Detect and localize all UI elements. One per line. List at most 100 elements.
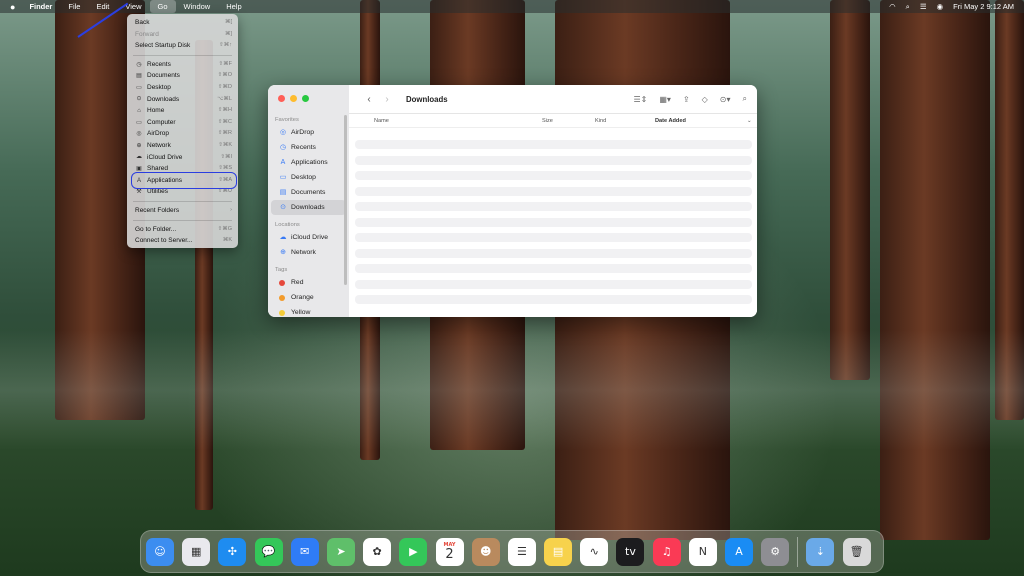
column-date-added[interactable]: Date Added [655, 118, 686, 124]
column-name[interactable]: Name [374, 118, 389, 124]
back-icon[interactable]: ‹ [360, 94, 378, 105]
keyboard-shortcut: ⇧⌘I [220, 153, 232, 160]
tv-icon[interactable]: tv [616, 537, 645, 566]
wifi-icon[interactable]: ◠ [889, 2, 896, 11]
trash-icon[interactable]: 🗑 [842, 537, 871, 566]
sidebar-item-network[interactable]: ⊕ Network [271, 245, 346, 260]
downloads-folder-icon[interactable]: ⇣ [806, 537, 835, 566]
notes-icon[interactable]: ▤ [544, 537, 573, 566]
dock-glyph: ☺ [154, 545, 166, 558]
go-menu-item-downloads[interactable]: ⊙ Downloads ⌥⌘L [127, 94, 238, 106]
mail-icon[interactable]: ✉ [290, 537, 319, 566]
go-menu-item-network[interactable]: ⊕ Network ⇧⌘K [127, 140, 238, 152]
menu-separator [133, 219, 232, 221]
airdrop-icon: ◎ [279, 128, 287, 136]
documents-icon: ▤ [136, 73, 142, 80]
dock-glyph: ✉ [300, 545, 310, 558]
go-menu-item-recent-folders[interactable]: Recent Folders › [127, 205, 238, 217]
control-center-icon[interactable]: ☰ [920, 2, 927, 11]
recents-icon: ◷ [279, 143, 287, 151]
computer-icon: ▭ [136, 119, 142, 126]
menu-go[interactable]: Go [149, 0, 176, 13]
go-menu-item-recents[interactable]: ◷ Recents ⇧⌘F [127, 59, 238, 71]
finder-window: Favorites ◎ AirDrop ◷ Recents A Applications ▭… [268, 85, 757, 317]
tag-icon[interactable]: ◇ [702, 95, 708, 104]
siri-icon[interactable]: ◉ [937, 2, 944, 11]
facetime-icon[interactable]: ▶ [399, 537, 428, 566]
menu-window[interactable]: Window [176, 0, 219, 13]
sidebar-item-icloud-drive[interactable]: ☁ iCloud Drive [271, 230, 346, 245]
dock-glyph: A [735, 545, 743, 558]
go-menu-item-documents[interactable]: ▤ Documents ⇧⌘O [127, 70, 238, 82]
go-menu-item-label: Documents [147, 72, 180, 80]
sidebar-item-label: Orange [291, 294, 314, 301]
sidebar-item-red[interactable]: Red [271, 275, 346, 290]
list-view-icon[interactable]: ☰⇕ [633, 95, 647, 104]
menu-help[interactable]: Help [218, 0, 249, 13]
sidebar-item-applications[interactable]: A Applications [271, 155, 346, 170]
freeform-icon[interactable]: ∿ [580, 537, 609, 566]
minimize-window-button[interactable] [290, 95, 297, 102]
sidebar-item-airdrop[interactable]: ◎ AirDrop [271, 125, 346, 140]
sidebar-header-favorites: Favorites [275, 117, 299, 123]
launchpad-icon[interactable]: ▦ [182, 537, 211, 566]
safari-icon[interactable]: ✣ [218, 537, 247, 566]
sidebar-item-documents[interactable]: ▤ Documents [271, 185, 346, 200]
go-menu-item-go-to-folder[interactable]: Go to Folder... ⇧⌘G [127, 224, 238, 236]
go-menu-item-desktop[interactable]: ▭ Desktop ⇧⌘D [127, 82, 238, 94]
zoom-window-button[interactable] [302, 95, 309, 102]
keyboard-shortcut: ⇧⌘D [217, 83, 232, 90]
more-actions-icon[interactable]: ⊙▾ [720, 95, 731, 104]
go-menu-item-home[interactable]: ⌂ Home ⇧⌘H [127, 105, 238, 117]
music-icon[interactable]: ♫ [652, 537, 681, 566]
finder-icon[interactable]: ☺ [146, 537, 174, 566]
maps-icon[interactable]: ➤ [326, 537, 355, 566]
news-icon[interactable]: N [688, 537, 717, 566]
home-icon: ⌂ [137, 107, 141, 114]
calendar-icon[interactable]: MAY 2 [435, 537, 464, 566]
go-menu-item-forward[interactable]: Forward ⌘] [127, 29, 238, 41]
sidebar-item-recents[interactable]: ◷ Recents [271, 140, 346, 155]
downloads-icon: ⊙ [136, 96, 142, 103]
system-settings-icon[interactable]: ⚙ [761, 537, 790, 566]
search-icon[interactable]: ⌕ [743, 94, 747, 104]
go-menu-item-select-startup-disk[interactable]: Select Startup Disk ⇧⌘↑ [127, 40, 238, 52]
menu-file[interactable]: File [60, 0, 88, 13]
network-icon: ⊕ [136, 142, 142, 149]
app-store-icon[interactable]: A [725, 537, 753, 566]
finder-toolbar: ‹ › Downloads ☰⇕ ▦▾ ⇪ ◇ ⊙▾ ⌕ [349, 85, 757, 114]
group-view-icon[interactable]: ▦▾ [659, 95, 671, 104]
sidebar-item-desktop[interactable]: ▭ Desktop [271, 170, 346, 185]
sidebar-item-label: Documents [291, 189, 326, 196]
keyboard-shortcut: ⌘] [224, 30, 232, 37]
sidebar-item-downloads[interactable]: ⊙ Downloads [271, 200, 346, 215]
share-icon[interactable]: ⇪ [683, 95, 690, 104]
go-menu-item-label: Select Startup Disk [135, 42, 191, 50]
photos-icon[interactable]: ✿ [363, 537, 392, 566]
dock-divider [797, 536, 799, 567]
column-size[interactable]: Size [542, 118, 553, 124]
go-menu-item-airdrop[interactable]: ◎ AirDrop ⇧⌘R [127, 128, 238, 140]
go-menu-item-back[interactable]: Back ⌘[ [127, 17, 238, 29]
contacts-icon[interactable]: ☻ [471, 537, 500, 566]
close-window-button[interactable] [278, 95, 285, 102]
sort-chevron-down-icon[interactable]: ⌄ [747, 118, 752, 124]
sidebar-header-locations: Locations [275, 222, 300, 228]
menubar-clock[interactable]: Fri May 2 9:12 AM [953, 2, 1014, 11]
sidebar-item-yellow[interactable]: Yellow [271, 305, 346, 317]
forward-icon[interactable]: › [378, 94, 396, 105]
menu-app-finder[interactable]: Finder [21, 0, 60, 13]
sidebar-item-label: iCloud Drive [291, 234, 329, 241]
reminders-icon[interactable]: ☰ [507, 537, 536, 566]
column-kind[interactable]: Kind [595, 118, 606, 124]
sidebar-item-orange[interactable]: Orange [271, 290, 346, 305]
apple-menu-icon[interactable]: ● [0, 2, 21, 12]
messages-icon[interactable]: 💬 [254, 537, 283, 566]
search-icon[interactable]: ⌕ [906, 2, 910, 12]
dock-glyph: ☻ [479, 545, 492, 558]
go-menu-item-connect-to-server[interactable]: Connect to Server... ⌘K [127, 235, 238, 247]
dock-glyph: 2 [445, 546, 454, 562]
go-menu-item-icloud-drive[interactable]: ☁ iCloud Drive ⇧⌘I [127, 152, 238, 164]
sidebar-scrollbar[interactable] [344, 115, 347, 285]
go-menu-item-computer[interactable]: ▭ Computer ⇧⌘C [127, 117, 238, 129]
